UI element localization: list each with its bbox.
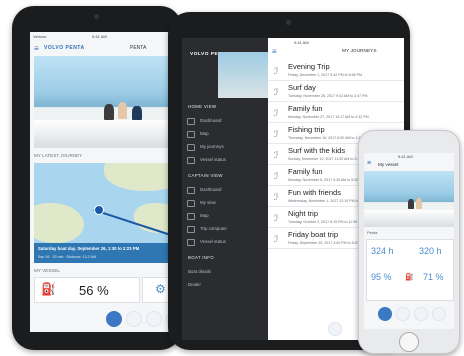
fuel-icon: ⛽ xyxy=(41,282,56,296)
vessel-name: Penta xyxy=(367,230,378,235)
brand-logo: VOLVO PENTA xyxy=(44,45,85,51)
phone: 9:41 AM ≡ My vessel Penta 324 h 320 h 95… xyxy=(358,130,460,354)
sidebar-item-home-vessel-status[interactable]: Vessel status xyxy=(182,153,268,166)
trip-route-icon: ℐ xyxy=(274,213,279,223)
left-tablet-screen: Verizon 9:41 AM ≡ VOLVO PENTA PENTA MY L… xyxy=(30,32,180,332)
journey-subtitle: Sep 26 · 53 min · Distance: 13.2 NM xyxy=(38,255,97,259)
left-tablet: Verizon 9:41 AM ≡ VOLVO PENTA PENTA MY L… xyxy=(12,6,182,350)
journey-title: Saturday boat day. September 26, 1:30 to… xyxy=(38,246,140,251)
menu-icon[interactable]: ≡ xyxy=(367,160,371,167)
list-nav-button[interactable] xyxy=(328,322,342,336)
trip-route-icon: ℐ xyxy=(274,87,279,97)
camera-icon xyxy=(286,20,291,25)
page-title: MY JOURNEYS xyxy=(342,49,377,54)
engine-hours-right: 320 h xyxy=(419,246,442,256)
trip-route-icon: ℐ xyxy=(274,66,279,76)
engine-icon: ⚙ xyxy=(155,282,166,296)
list-item[interactable]: ℐ Evening Trip Friday, December 1, 2017 5:… xyxy=(268,60,404,81)
phone-screen: 9:41 AM ≡ My vessel Penta 324 h 320 h 95… xyxy=(364,153,454,329)
sidebar-item-home-map[interactable]: Map xyxy=(182,127,268,140)
sidebar-section-home: HOME VIEW xyxy=(188,104,217,109)
status-time: 9:41 AM xyxy=(92,34,107,39)
sidebar-item-captain-map[interactable]: Map xyxy=(182,209,268,222)
sidebar-item-dealer[interactable]: Dealer xyxy=(182,278,268,291)
journey-summary: Saturday boat day. September 26, 1:30 to… xyxy=(34,243,180,263)
nav-journeys-button[interactable] xyxy=(146,311,162,327)
fuel-value: 56 % xyxy=(79,283,109,298)
carrier-label: Verizon xyxy=(33,34,47,39)
stats-card[interactable]: 324 h 320 h 95 % ⛽ 71 % xyxy=(366,239,454,301)
nav-home-button[interactable] xyxy=(378,307,392,321)
journey-map[interactable]: Saturday boat day. September 26, 1:30 to… xyxy=(34,163,180,263)
fuel-pct-right: 71 % xyxy=(423,272,444,282)
page-title: PENTA xyxy=(130,45,147,51)
status-time: 9:41 AM xyxy=(294,40,309,45)
nav-map-button[interactable] xyxy=(396,307,410,321)
sidebar-item-boat-details[interactable]: Boat details xyxy=(182,265,268,278)
home-button[interactable] xyxy=(399,332,419,352)
sidebar-section-captain: CAPTAIN VIEW xyxy=(188,173,223,178)
sidebar-item-captain-vessel-status[interactable]: Vessel status xyxy=(182,235,268,248)
sidebar-item-my-view[interactable]: My view xyxy=(182,196,268,209)
vessel-photo xyxy=(364,171,454,227)
menu-icon[interactable]: ≡ xyxy=(272,47,277,56)
hero-boat-photo xyxy=(34,56,180,148)
sidebar-item-trip-computer[interactable]: Trip computer xyxy=(182,222,268,235)
nav-map-button[interactable] xyxy=(126,311,142,327)
page-title: My vessel xyxy=(378,162,399,167)
navigation-sidebar: VOLVO PENTA HOME VIEW Dashboard Map My j… xyxy=(182,38,268,340)
fuel-card[interactable]: ⛽ 56 % xyxy=(34,277,140,303)
trip-route-icon: ℐ xyxy=(274,192,279,202)
status-time: 9:41 AM xyxy=(398,154,413,159)
camera-icon xyxy=(94,14,99,19)
fuel-pct-left: 95 % xyxy=(371,272,392,282)
sidebar-section-boat-info: BOAT INFO xyxy=(188,255,214,260)
sidebar-item-home-dashboard[interactable]: Dashboard xyxy=(182,114,268,127)
trip-route-icon: ℐ xyxy=(274,171,279,181)
nav-home-button[interactable] xyxy=(106,311,122,327)
position-marker-icon xyxy=(94,205,104,215)
trip-route-icon: ℐ xyxy=(274,108,279,118)
list-item[interactable]: ℐ Surf day Tuesday, November 28, 2017 9:03… xyxy=(268,81,404,102)
engine-hours-left: 324 h xyxy=(371,246,394,256)
sidebar-item-my-journeys[interactable]: My journeys xyxy=(182,140,268,153)
trip-route-icon: ℐ xyxy=(274,234,279,244)
latest-journey-label: MY LATEST JOURNEY xyxy=(34,153,83,158)
nav-vessel-button[interactable] xyxy=(432,307,446,321)
nav-journeys-button[interactable] xyxy=(414,307,428,321)
sidebar-item-captain-dashboard[interactable]: Dashboard xyxy=(182,183,268,196)
trip-route-icon: ℐ xyxy=(274,129,279,139)
list-item[interactable]: ℐ Family fun Monday, November 27, 2017 10:… xyxy=(268,102,404,123)
fuel-icon: ⛽ xyxy=(405,274,414,281)
menu-icon[interactable]: ≡ xyxy=(34,44,39,53)
trip-route-icon: ℐ xyxy=(274,150,279,160)
my-vessel-label: MY VESSEL xyxy=(34,268,60,273)
